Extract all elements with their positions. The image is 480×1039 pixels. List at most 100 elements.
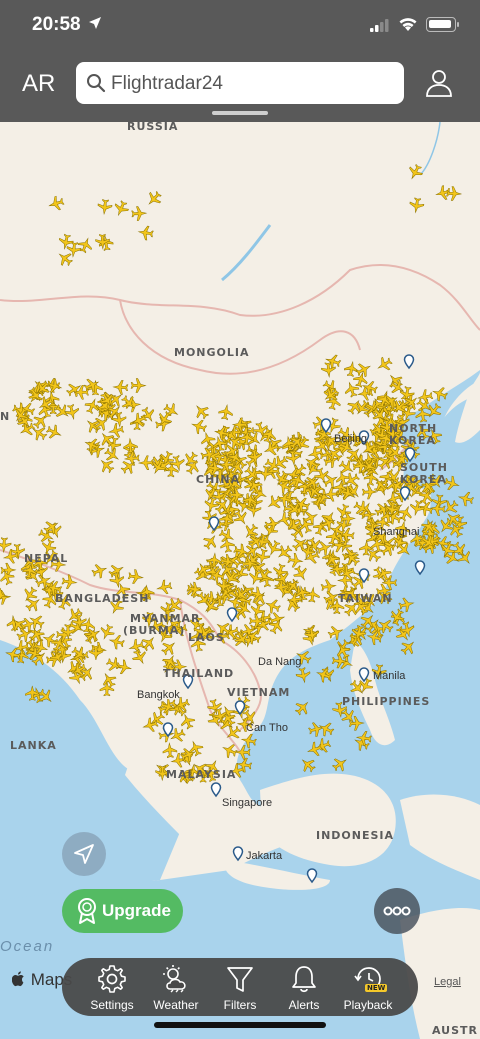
toolbar-settings[interactable]: Settings: [82, 964, 142, 1012]
aircraft-icon[interactable]: [315, 666, 333, 684]
aircraft-icon[interactable]: [385, 371, 405, 391]
aircraft-icon[interactable]: [330, 754, 350, 774]
label-vietnam: VIETNAM: [227, 686, 291, 699]
aircraft-icon[interactable]: [218, 404, 234, 421]
drag-handle[interactable]: [212, 111, 268, 115]
toolbar-weather[interactable]: Weather: [146, 964, 206, 1012]
aircraft-icon[interactable]: [127, 569, 144, 585]
aircraft-icon[interactable]: [98, 623, 117, 642]
airport-pin-icon[interactable]: [306, 868, 318, 884]
aircraft-icon[interactable]: [192, 401, 212, 421]
toolbar-weather-label: Weather: [153, 998, 199, 1012]
aircraft-icon[interactable]: [130, 378, 147, 393]
toolbar-alerts-label: Alerts: [288, 998, 320, 1012]
aircraft-icon[interactable]: [375, 355, 395, 374]
aircraft-icon[interactable]: [76, 236, 94, 255]
toolbar-alerts[interactable]: Alerts: [274, 964, 334, 1012]
more-options-button[interactable]: [374, 888, 420, 934]
aircraft-icon[interactable]: [190, 418, 208, 436]
aircraft-layer[interactable]: [0, 0, 480, 1039]
aircraft-icon[interactable]: [47, 195, 65, 213]
locate-me-button[interactable]: [62, 832, 106, 876]
legal-link[interactable]: Legal: [434, 976, 461, 988]
aircraft-icon[interactable]: [398, 637, 418, 657]
label-philippines: PHILIPPINES: [342, 695, 431, 708]
aircraft-icon[interactable]: [90, 641, 107, 657]
aircraft-icon[interactable]: [264, 493, 284, 513]
aircraft-icon[interactable]: [343, 380, 361, 398]
aircraft-icon[interactable]: [123, 437, 138, 454]
aircraft-icon[interactable]: [220, 741, 239, 760]
aircraft-icon[interactable]: [83, 396, 102, 415]
aircraft-icon[interactable]: [327, 623, 346, 641]
aircraft-icon[interactable]: [287, 552, 304, 569]
aircraft-icon[interactable]: [97, 455, 117, 475]
label-malaysia: MALAYSIA: [166, 768, 237, 781]
navigation-arrow-icon: [74, 844, 94, 864]
aircraft-icon[interactable]: [321, 361, 336, 378]
aircraft-icon[interactable]: [130, 411, 149, 430]
aircraft-icon[interactable]: [137, 225, 154, 241]
aircraft-icon[interactable]: [393, 624, 413, 644]
aircraft-icon[interactable]: [355, 730, 372, 746]
airport-pin-icon[interactable]: [232, 846, 244, 862]
aircraft-icon[interactable]: [271, 563, 289, 581]
aircraft-icon[interactable]: [156, 579, 173, 596]
airport-pin-icon[interactable]: [403, 354, 415, 370]
aircraft-icon[interactable]: [361, 484, 378, 500]
flight-map[interactable]: RUSSIA MONGOLIA CHINA NORTH KOREA SOUTH …: [0, 0, 480, 1039]
aircraft-icon[interactable]: [58, 233, 75, 250]
aircraft-icon[interactable]: [178, 712, 196, 731]
ar-button[interactable]: AR: [22, 70, 55, 98]
aircraft-icon[interactable]: [104, 655, 123, 674]
toolbar-filters[interactable]: Filters: [210, 964, 270, 1012]
aircraft-icon[interactable]: [131, 206, 148, 221]
aircraft-icon[interactable]: [61, 574, 78, 590]
aircraft-icon[interactable]: [375, 564, 394, 583]
label-taiwan: TAIWAN: [338, 592, 393, 605]
aircraft-icon[interactable]: [201, 532, 221, 552]
aircraft-icon[interactable]: [263, 597, 282, 616]
aircraft-icon[interactable]: [398, 596, 415, 613]
aircraft-icon[interactable]: [292, 698, 312, 718]
aircraft-icon[interactable]: [333, 641, 352, 660]
search-input[interactable]: Flightradar24: [76, 62, 404, 104]
aircraft-icon[interactable]: [90, 562, 109, 580]
aircraft-icon[interactable]: [162, 742, 178, 759]
aircraft-icon[interactable]: [430, 385, 449, 403]
aircraft-icon[interactable]: [457, 490, 475, 507]
label-thailand: THAILAND: [163, 667, 235, 680]
aircraft-icon[interactable]: [144, 189, 164, 209]
ocean-label: Ocean: [0, 938, 55, 955]
cellular-signal-icon: [370, 19, 389, 32]
aircraft-icon[interactable]: [138, 455, 154, 471]
aircraft-icon[interactable]: [298, 755, 318, 775]
aircraft-icon[interactable]: [112, 199, 131, 218]
toolbar-playback-label: Playback: [343, 998, 393, 1012]
aircraft-icon[interactable]: [64, 403, 81, 421]
aircraft-icon[interactable]: [343, 360, 359, 378]
aircraft-icon[interactable]: [97, 198, 113, 216]
aircraft-icon[interactable]: [305, 586, 320, 603]
airport-pin-icon[interactable]: [414, 560, 426, 576]
aircraft-icon[interactable]: [409, 197, 425, 214]
aircraft-icon[interactable]: [0, 537, 12, 554]
toolbar-playback[interactable]: NEW Playback: [338, 964, 398, 1012]
aircraft-icon[interactable]: [45, 423, 64, 442]
status-bar: 20:58: [0, 0, 480, 50]
bottom-toolbar: Settings Weather Filters Alerts NEW Play…: [62, 958, 418, 1016]
aircraft-icon[interactable]: [308, 721, 325, 738]
user-profile-icon[interactable]: [424, 68, 454, 98]
airport-pin-icon[interactable]: [226, 607, 238, 623]
aircraft-icon[interactable]: [25, 684, 40, 701]
aircraft-icon[interactable]: [112, 380, 129, 395]
aircraft-icon[interactable]: [119, 393, 139, 413]
upgrade-button[interactable]: Upgrade: [62, 889, 183, 933]
airport-pin-icon[interactable]: [210, 782, 222, 798]
aircraft-icon[interactable]: [283, 594, 303, 614]
label-india-partial: N: [0, 410, 11, 423]
aircraft-icon[interactable]: [295, 667, 312, 684]
aircraft-icon[interactable]: [333, 637, 353, 657]
aircraft-icon[interactable]: [406, 162, 425, 181]
weather-icon: [163, 965, 186, 993]
